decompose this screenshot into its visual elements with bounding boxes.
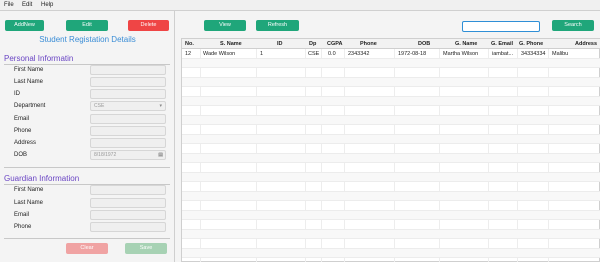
- delete-button[interactable]: Delete: [128, 20, 169, 31]
- dob-value: 8/18/1972: [94, 152, 117, 158]
- table-cell: Malibu: [552, 51, 569, 57]
- empty-table-row: [182, 239, 600, 249]
- empty-table-row: [182, 125, 600, 135]
- email-field[interactable]: [90, 114, 166, 124]
- guardian-email-field[interactable]: [90, 210, 166, 220]
- guardian-last-name-label: Last Name: [14, 200, 44, 206]
- empty-table-row: [182, 201, 600, 211]
- menu-help[interactable]: Help: [41, 2, 53, 8]
- id-field[interactable]: [90, 89, 166, 99]
- table-cell: 12: [185, 51, 192, 57]
- last-name-label: Last Name: [14, 79, 44, 85]
- column-header[interactable]: CGPA: [327, 41, 342, 47]
- address-label: Address: [14, 140, 37, 146]
- table-cell: iambat...: [492, 51, 514, 57]
- empty-table-row: [182, 144, 600, 154]
- department-select[interactable]: CSE ▾: [90, 101, 166, 111]
- address-field[interactable]: [90, 138, 166, 148]
- empty-table-row: [182, 134, 600, 144]
- refresh-button[interactable]: Refresh: [256, 20, 299, 31]
- table-cell: 2343342: [348, 51, 370, 57]
- empty-table-row: [182, 210, 600, 220]
- empty-table-row: [182, 106, 600, 116]
- table-cell: 1: [260, 51, 264, 57]
- chevron-down-icon: ▾: [159, 103, 162, 109]
- table-cell: 34334334: [521, 51, 546, 57]
- table-cell: 1972-08-18: [398, 51, 427, 57]
- empty-table-row: [182, 172, 600, 182]
- guardian-last-name-field[interactable]: [90, 198, 166, 208]
- personal-section-title: Personal Informatin: [4, 54, 74, 63]
- last-name-field[interactable]: [90, 77, 166, 87]
- empty-table-row: [182, 229, 600, 239]
- empty-table-row: [182, 115, 600, 125]
- guardian-phone-label: Phone: [14, 224, 32, 230]
- empty-table-row: [182, 96, 600, 106]
- guardian-first-name-label: First Name: [14, 187, 44, 193]
- empty-table-row: [182, 163, 600, 173]
- guardian-first-name-field[interactable]: [90, 185, 166, 195]
- search-button[interactable]: Search: [552, 20, 594, 31]
- empty-table-row: [182, 248, 600, 258]
- id-label: ID: [14, 91, 20, 97]
- search-input[interactable]: [462, 21, 540, 32]
- student-table[interactable]: No. S. Name ID Dp CGPA Phone DOB G. Name…: [181, 38, 600, 262]
- empty-table-row: [182, 191, 600, 201]
- email-label: Email: [14, 116, 30, 122]
- column-header[interactable]: G. Phone: [519, 41, 543, 47]
- column-header[interactable]: G. Name: [455, 41, 477, 47]
- column-header[interactable]: Dp: [309, 41, 316, 47]
- phone-field[interactable]: [90, 126, 166, 136]
- table-cell: 0.0: [328, 51, 336, 57]
- form-title: Student Registation Details: [39, 35, 136, 44]
- column-header[interactable]: Phone: [360, 41, 377, 47]
- phone-label: Phone: [14, 128, 32, 134]
- empty-table-row: [182, 68, 600, 78]
- view-button[interactable]: View: [204, 20, 246, 31]
- guardian-phone-field[interactable]: [90, 222, 166, 232]
- save-button[interactable]: Save: [125, 243, 167, 254]
- department-value: CSE: [94, 103, 105, 109]
- edit-button[interactable]: Edit: [66, 20, 108, 31]
- table-cell: Wade Wilson: [203, 51, 236, 57]
- empty-table-row: [182, 153, 600, 163]
- column-header[interactable]: S. Name: [220, 41, 242, 47]
- menu-file[interactable]: File: [4, 2, 14, 8]
- column-header[interactable]: Address: [575, 41, 597, 47]
- empty-table-row: [182, 87, 600, 97]
- first-name-label: First Name: [14, 67, 44, 73]
- empty-table-row: [182, 220, 600, 230]
- table-row[interactable]: 12 Wade Wilson 1 CSE 0.0 2343342 1972-08…: [182, 49, 600, 59]
- column-header[interactable]: DOB: [418, 41, 430, 47]
- clear-button[interactable]: Clear: [66, 243, 108, 254]
- column-header[interactable]: ID: [277, 41, 283, 47]
- section-divider: [4, 167, 170, 168]
- menu-edit[interactable]: Edit: [22, 2, 32, 8]
- table-cell: CSE: [308, 51, 320, 57]
- column-header[interactable]: G. Email: [491, 41, 513, 47]
- records-panel: View Refresh Search No. S. Name ID Dp CG…: [176, 11, 600, 262]
- column-header[interactable]: No.: [185, 41, 194, 47]
- guardian-email-label: Email: [14, 212, 30, 218]
- section-divider: [4, 238, 170, 239]
- first-name-field[interactable]: [90, 65, 166, 75]
- menu-bar: File Edit Help: [0, 0, 600, 11]
- add-new-button[interactable]: AddNew: [5, 20, 44, 31]
- table-header: No. S. Name ID Dp CGPA Phone DOB G. Name…: [182, 39, 600, 49]
- empty-table-row: [182, 58, 600, 68]
- empty-table-row: [182, 182, 600, 192]
- dob-label: DOB: [14, 152, 28, 158]
- dob-date-picker[interactable]: 8/18/1972 ▤: [90, 150, 166, 160]
- table-cell: Martha Wilson: [443, 51, 479, 57]
- empty-table-row: [182, 77, 600, 87]
- guardian-section-title: Guardian Information: [4, 174, 80, 183]
- department-label: Department: [14, 103, 46, 109]
- calendar-icon[interactable]: ▤: [158, 151, 163, 159]
- student-form-panel: AddNew Edit Delete Student Registation D…: [0, 11, 175, 262]
